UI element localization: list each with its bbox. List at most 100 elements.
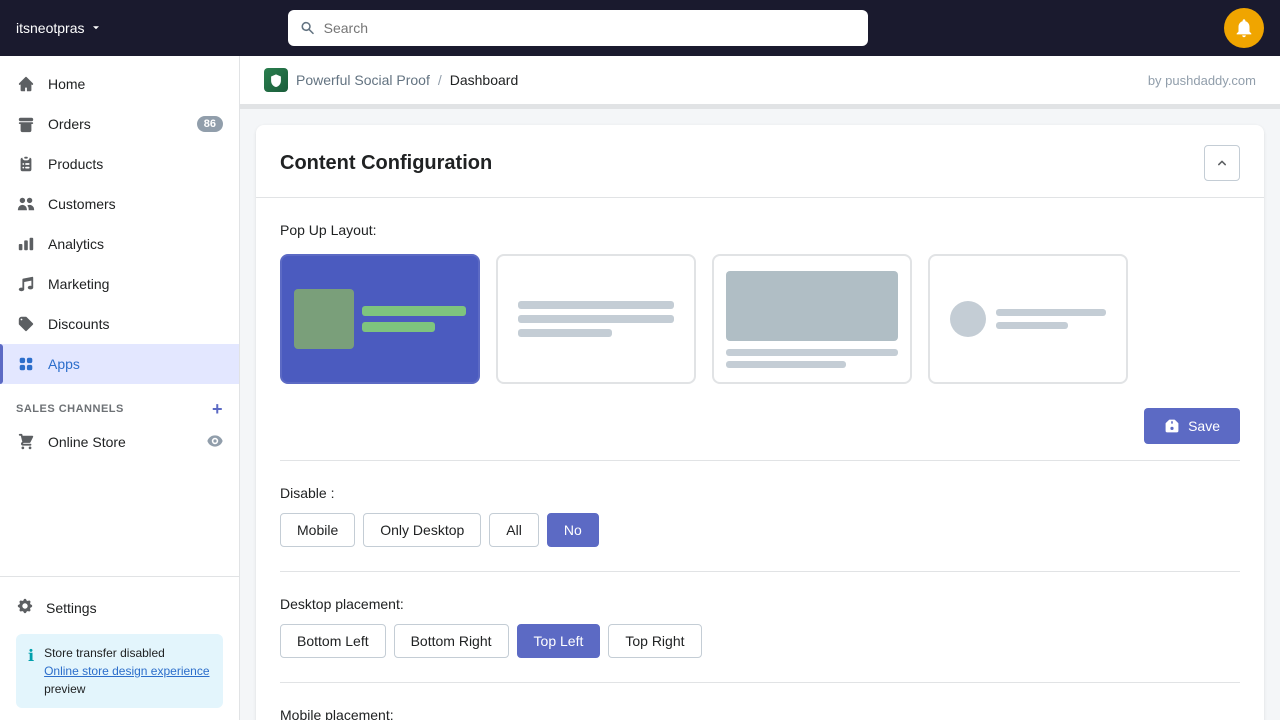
online-store-settings-icon[interactable] [207,433,223,452]
sidebar-item-label: Orders [48,116,91,132]
online-store-icon [16,432,36,452]
store-transfer-title: Store transfer disabled [44,646,165,660]
layout-option-1[interactable] [280,254,480,384]
add-sales-channel-button[interactable]: + [212,400,223,418]
layout-option-4[interactable] [928,254,1128,384]
orders-icon [16,114,36,134]
store-transfer-link-after: preview [44,682,85,696]
sidebar-item-label: Home [48,76,85,92]
layout3-lines [726,349,898,368]
sidebar-item-marketing[interactable]: Marketing [0,264,239,304]
sidebar-footer: Settings ℹ Store transfer disabled Onlin… [0,576,239,720]
layout-option-3[interactable] [712,254,912,384]
topbar: itsneotpras [0,0,1280,56]
sidebar: Home Orders 86 Products [0,56,240,720]
breadcrumb-by: by pushdaddy.com [1148,73,1256,88]
breadcrumb-current: Dashboard [450,72,519,88]
sidebar-item-online-store[interactable]: Online Store [0,424,239,460]
marketing-icon [16,274,36,294]
layout2-line-3 [518,329,612,337]
disable-mobile-button[interactable]: Mobile [280,513,355,547]
store-selector[interactable]: itsneotpras [16,20,102,36]
layout-option-2[interactable] [496,254,696,384]
breadcrumb: Powerful Social Proof / Dashboard [264,68,518,92]
notification-bell[interactable] [1224,8,1264,48]
save-button[interactable]: Save [1144,408,1240,444]
sidebar-item-home[interactable]: Home [0,64,239,104]
sidebar-item-settings[interactable]: Settings [16,589,223,626]
section-divider-2 [280,571,1240,572]
settings-label: Settings [46,600,97,616]
placement-bottom-right-button[interactable]: Bottom Right [394,624,509,658]
shield-icon [269,73,283,87]
placement-bottom-left-button[interactable]: Bottom Left [280,624,386,658]
mobile-placement-section: Mobile placement: [256,707,1264,720]
customers-icon [16,194,36,214]
sidebar-nav: Home Orders 86 Products [0,56,239,576]
layout2-line-1 [518,301,674,309]
sidebar-item-customers[interactable]: Customers [0,184,239,224]
layout-options [280,254,1240,384]
content-config-card: Content Configuration Pop Up Layout: [256,125,1264,720]
disable-all-button[interactable]: All [489,513,539,547]
store-transfer-notice: ℹ Store transfer disabled Online store d… [16,634,223,708]
desktop-placement-label: Desktop placement: [280,596,1240,612]
disable-section: Disable : Mobile Only Desktop All No [256,485,1264,571]
section-divider-1 [280,460,1240,461]
disable-label: Disable : [280,485,1240,501]
card-body: Pop Up Layout: [256,198,1264,408]
sidebar-item-products[interactable]: Products [0,144,239,184]
disable-only-desktop-button[interactable]: Only Desktop [363,513,481,547]
layout3-line-1 [726,349,898,356]
disable-no-button[interactable]: No [547,513,599,547]
breadcrumb-app-link[interactable]: Powerful Social Proof [296,72,430,88]
layout2-preview [510,293,682,345]
breadcrumb-separator: / [438,72,442,88]
search-bar [288,10,868,46]
layout1-preview [294,289,466,349]
sales-channels-label: SALES CHANNELS [16,403,124,415]
home-icon [16,74,36,94]
main-layout: Home Orders 86 Products [0,56,1280,720]
layout3-preview [726,271,898,368]
section-divider [240,105,1280,109]
sidebar-item-orders[interactable]: Orders 86 [0,104,239,144]
card-header: Content Configuration [256,125,1264,198]
sidebar-item-apps[interactable]: Apps [0,344,239,384]
store-name: itsneotpras [16,20,84,36]
sidebar-item-discounts[interactable]: Discounts [0,304,239,344]
notice-text: Store transfer disabled Online store des… [44,644,211,698]
desktop-placement-options: Bottom Left Bottom Right Top Left Top Ri… [280,624,1240,658]
layout4-lines [996,309,1106,329]
layout3-image [726,271,898,341]
card-title: Content Configuration [280,152,492,175]
save-label: Save [1188,418,1220,434]
info-icon: ℹ [28,646,34,666]
placement-top-right-button[interactable]: Top Right [608,624,701,658]
layout1-line-1 [362,306,466,316]
content-area: Powerful Social Proof / Dashboard by pus… [240,56,1280,720]
store-transfer-link[interactable]: Online store design experience [44,664,209,678]
settings-icon [16,597,34,618]
sidebar-item-label: Analytics [48,236,104,252]
placement-top-left-button[interactable]: Top Left [517,624,601,658]
layout4-line-2 [996,322,1068,329]
sales-channels-header: SALES CHANNELS + [0,384,239,424]
search-icon [300,20,315,36]
disable-options: Mobile Only Desktop All No [280,513,1240,547]
layout4-preview [942,293,1114,345]
mobile-placement-label: Mobile placement: [280,707,1240,720]
search-input[interactable] [324,20,857,36]
section-divider-3 [280,682,1240,683]
sidebar-item-analytics[interactable]: Analytics [0,224,239,264]
chevron-up-icon [1214,155,1230,171]
topbar-right [1224,8,1264,48]
popup-layout-label: Pop Up Layout: [280,222,1240,238]
popup-layout-section: Pop Up Layout: [280,222,1240,384]
layout4-circle [950,301,986,337]
layout1-line-2 [362,322,435,332]
sidebar-item-label: Apps [48,356,80,372]
analytics-icon [16,234,36,254]
collapse-button[interactable] [1204,145,1240,181]
layout1-image [294,289,354,349]
